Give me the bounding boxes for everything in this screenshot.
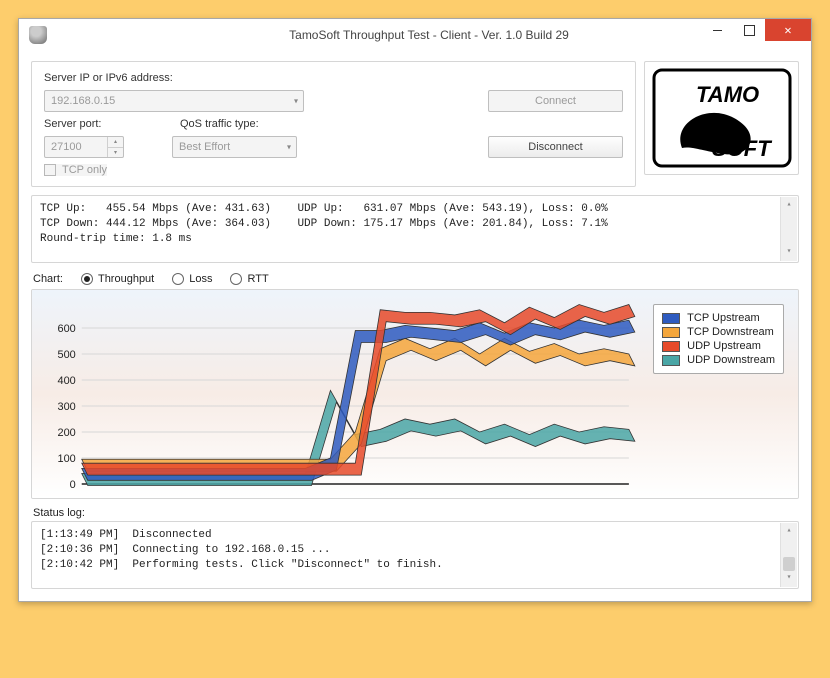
stats-panel: TCP Up: 455.54 Mbps (Ave: 431.63) UDP Up…: [31, 195, 799, 263]
qos-select: Best Effort ▾: [172, 136, 297, 158]
radio-icon: [230, 273, 242, 285]
legend-item: UDP Upstream: [662, 339, 775, 353]
legend-item: TCP Upstream: [662, 311, 775, 325]
swatch-icon: [662, 327, 680, 338]
scroll-up-icon[interactable]: ▴: [787, 197, 792, 214]
chart-options: Chart: Throughput Loss RTT: [33, 273, 799, 285]
app-icon: [29, 26, 47, 44]
svg-text:500: 500: [58, 349, 76, 361]
tamosoft-logo-icon: TAMO SOFT: [652, 68, 792, 168]
status-log-text: [1:13:49 PM] Disconnected [2:10:36 PM] C…: [40, 529, 443, 571]
logo: TAMO SOFT: [644, 61, 799, 175]
server-ip-value: 192.168.0.15: [51, 95, 115, 107]
radio-icon: [172, 273, 184, 285]
tcp-only-label: TCP only: [62, 164, 107, 176]
titlebar[interactable]: TamoSoft Throughput Test - Client - Ver.…: [19, 19, 811, 51]
tcp-only-checkbox: TCP only: [44, 164, 107, 176]
window-buttons: [701, 19, 811, 41]
server-ip-input: 192.168.0.15 ▾: [44, 90, 304, 112]
disconnect-button[interactable]: Disconnect: [488, 136, 623, 158]
scroll-down-icon[interactable]: ▾: [787, 244, 792, 261]
stats-text: TCP Up: 455.54 Mbps (Ave: 431.63) UDP Up…: [40, 203, 608, 245]
window-title: TamoSoft Throughput Test - Client - Ver.…: [47, 28, 811, 42]
radio-icon: [81, 273, 93, 285]
svg-text:SOFT: SOFT: [712, 136, 772, 161]
scroll-thumb[interactable]: [783, 557, 795, 571]
close-button[interactable]: [765, 19, 811, 41]
status-log-label: Status log:: [33, 507, 799, 519]
maximize-button[interactable]: [733, 19, 765, 41]
svg-text:TAMO: TAMO: [696, 82, 759, 107]
spinner-icon: ▴▾: [107, 137, 123, 157]
app-window: TamoSoft Throughput Test - Client - Ver.…: [18, 18, 812, 602]
scroll-down-icon[interactable]: ▾: [787, 570, 792, 587]
chart-legend: TCP Upstream TCP Downstream UDP Upstream…: [653, 304, 784, 374]
server-ip-label: Server IP or IPv6 address:: [44, 72, 173, 84]
qos-value: Best Effort: [179, 141, 230, 153]
stats-scrollbar[interactable]: ▴▾: [780, 197, 797, 261]
chevron-down-icon: ▾: [294, 97, 298, 106]
server-port-label: Server port:: [44, 118, 172, 130]
status-scrollbar[interactable]: ▴▾: [780, 523, 797, 587]
status-log: [1:13:49 PM] Disconnected [2:10:36 PM] C…: [31, 521, 799, 589]
server-port-input: 27100 ▴▾: [44, 136, 124, 158]
swatch-icon: [662, 341, 680, 352]
qos-label: QoS traffic type:: [180, 118, 259, 130]
legend-item: TCP Downstream: [662, 325, 775, 339]
legend-item: UDP Downstream: [662, 353, 775, 367]
svg-text:200: 200: [58, 427, 76, 439]
radio-rtt[interactable]: RTT: [230, 273, 268, 285]
checkbox-icon: [44, 164, 56, 176]
server-port-value: 27100: [51, 141, 82, 153]
swatch-icon: [662, 313, 680, 324]
radio-loss[interactable]: Loss: [172, 273, 212, 285]
client-area: Server IP or IPv6 address: 192.168.0.15 …: [19, 51, 811, 601]
svg-text:600: 600: [58, 323, 76, 335]
svg-text:0: 0: [70, 479, 76, 491]
svg-text:300: 300: [58, 401, 76, 413]
chart-panel: 0 100 200 300 400 500 600 TCP Upstream TCP Dow…: [31, 289, 799, 499]
connection-group: Server IP or IPv6 address: 192.168.0.15 …: [31, 61, 636, 187]
swatch-icon: [662, 355, 680, 366]
chevron-down-icon: ▾: [287, 143, 291, 152]
svg-text:400: 400: [58, 375, 76, 387]
connect-button: Connect: [488, 90, 623, 112]
radio-throughput[interactable]: Throughput: [81, 273, 154, 285]
chart-label: Chart:: [33, 273, 63, 285]
scroll-up-icon[interactable]: ▴: [787, 523, 792, 540]
svg-text:100: 100: [58, 453, 76, 465]
minimize-button[interactable]: [701, 19, 733, 41]
